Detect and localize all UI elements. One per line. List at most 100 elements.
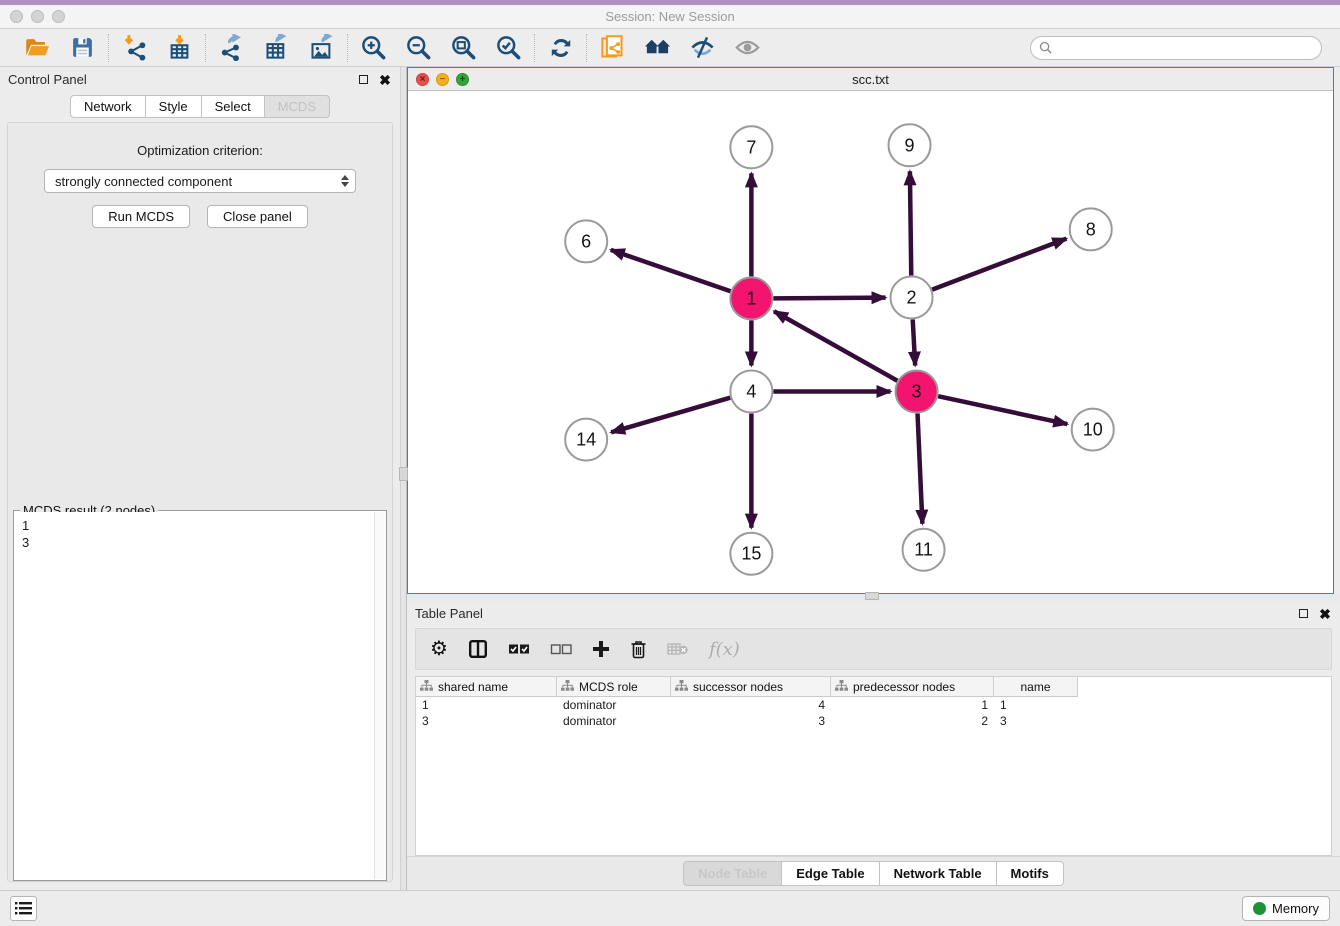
splitter-grip[interactable] bbox=[865, 592, 879, 600]
result-scrollbar[interactable] bbox=[374, 512, 385, 879]
tab-mcds[interactable]: MCDS bbox=[265, 95, 330, 118]
deselect-all-icon[interactable] bbox=[550, 637, 572, 661]
zoom-out-icon[interactable] bbox=[405, 34, 432, 61]
graph-node-3[interactable]: 3 bbox=[896, 371, 938, 413]
export-network-icon[interactable] bbox=[218, 34, 245, 61]
tab-select[interactable]: Select bbox=[202, 95, 265, 118]
select-all-icon[interactable] bbox=[508, 637, 530, 661]
graph-edge-2-3[interactable] bbox=[913, 319, 915, 365]
gear-icon[interactable]: ⚙ bbox=[430, 637, 448, 661]
node-table[interactable]: shared nameMCDS rolesuccessor nodesprede… bbox=[415, 676, 1332, 856]
export-table-icon[interactable] bbox=[263, 34, 290, 61]
table-cell[interactable]: 2 bbox=[831, 713, 994, 729]
tab-network-table[interactable]: Network Table bbox=[880, 861, 997, 886]
open-folder-icon[interactable] bbox=[24, 34, 51, 61]
table-row[interactable]: 1dominator411 bbox=[416, 697, 1078, 713]
graph-edge-3-1[interactable] bbox=[774, 311, 897, 381]
network-maximize-button[interactable]: + bbox=[456, 73, 469, 86]
graph-node-9[interactable]: 9 bbox=[889, 124, 931, 166]
zoom-selected-icon[interactable] bbox=[495, 34, 522, 61]
table-cell[interactable]: 1 bbox=[416, 697, 557, 713]
svg-text:1: 1 bbox=[746, 288, 756, 308]
network-minimize-button[interactable]: − bbox=[436, 73, 449, 86]
save-icon[interactable] bbox=[69, 34, 96, 61]
main-toolbar bbox=[0, 29, 1340, 67]
table-panel: Table Panel ✖ ⚙ bbox=[407, 601, 1340, 890]
close-panel-button[interactable]: Close panel bbox=[207, 205, 308, 228]
graph-edge-2-9[interactable] bbox=[910, 171, 911, 275]
graph-edge-4-14[interactable] bbox=[611, 398, 730, 433]
delete-column-icon[interactable] bbox=[630, 637, 647, 661]
show-eye-icon[interactable] bbox=[734, 34, 761, 61]
column-header-successor-nodes[interactable]: successor nodes bbox=[671, 677, 831, 696]
memory-button[interactable]: Memory bbox=[1242, 896, 1330, 921]
optimization-criterion-label: Optimization criterion: bbox=[8, 143, 392, 158]
graph-node-1[interactable]: 1 bbox=[730, 277, 772, 319]
optimization-criterion-select[interactable]: strongly connected component bbox=[44, 169, 356, 193]
close-panel-icon[interactable]: ✖ bbox=[378, 73, 392, 87]
graph-node-8[interactable]: 8 bbox=[1070, 208, 1112, 250]
control-panel: Control Panel ✖ Network Style Select MCD… bbox=[0, 67, 400, 890]
table-cell[interactable]: 4 bbox=[671, 697, 831, 713]
home-icon[interactable] bbox=[644, 34, 671, 61]
network-close-button[interactable]: × bbox=[416, 73, 429, 86]
graph-edge-3-11[interactable] bbox=[918, 414, 923, 524]
column-header-predecessor-nodes[interactable]: predecessor nodes bbox=[831, 677, 994, 696]
zoom-in-icon[interactable] bbox=[360, 34, 387, 61]
graph-node-11[interactable]: 11 bbox=[903, 529, 945, 571]
export-image-icon[interactable] bbox=[308, 34, 335, 61]
memory-status-icon bbox=[1253, 902, 1266, 915]
table-cell[interactable]: 3 bbox=[994, 713, 1078, 729]
float-panel-icon[interactable] bbox=[356, 73, 370, 87]
table-cell[interactable]: 3 bbox=[416, 713, 557, 729]
refresh-icon[interactable] bbox=[547, 34, 574, 61]
table-row[interactable]: 3dominator323 bbox=[416, 713, 1078, 729]
vertical-splitter[interactable] bbox=[400, 67, 407, 890]
graph-node-7[interactable]: 7 bbox=[730, 126, 772, 168]
graph-edge-1-6[interactable] bbox=[611, 250, 731, 291]
graph-edge-2-8[interactable] bbox=[932, 239, 1066, 290]
graph-edge-1-2[interactable] bbox=[773, 298, 885, 299]
columns-icon[interactable] bbox=[468, 637, 488, 661]
close-panel-icon[interactable]: ✖ bbox=[1318, 607, 1332, 621]
graph-node-15[interactable]: 15 bbox=[730, 533, 772, 575]
mcds-result-box: MCDS result (2 nodes) 13 bbox=[13, 510, 387, 881]
task-history-button[interactable] bbox=[10, 896, 37, 921]
list-icon bbox=[15, 901, 32, 916]
table-cell[interactable]: 3 bbox=[671, 713, 831, 729]
function-builder-icon[interactable]: f(x) bbox=[709, 637, 740, 661]
table-cell[interactable]: dominator bbox=[557, 713, 671, 729]
tab-style[interactable]: Style bbox=[146, 95, 202, 118]
hide-panels-icon[interactable] bbox=[689, 34, 716, 61]
network-from-clipboard-icon[interactable] bbox=[599, 34, 626, 61]
run-mcds-button[interactable]: Run MCDS bbox=[92, 205, 190, 228]
column-header-shared-name[interactable]: shared name bbox=[416, 677, 557, 696]
graph-node-10[interactable]: 10 bbox=[1072, 409, 1114, 451]
table-cell[interactable]: 1 bbox=[831, 697, 994, 713]
tab-motifs[interactable]: Motifs bbox=[997, 861, 1064, 886]
mcds-result-text[interactable]: 13 bbox=[15, 512, 385, 879]
import-network-icon[interactable] bbox=[121, 34, 148, 61]
tab-edge-table[interactable]: Edge Table bbox=[782, 861, 879, 886]
status-bar: Memory bbox=[0, 890, 1340, 926]
column-header-name[interactable]: name bbox=[994, 677, 1078, 696]
horizontal-splitter[interactable] bbox=[407, 594, 1340, 601]
search-box[interactable] bbox=[1030, 36, 1322, 60]
table-cell[interactable]: dominator bbox=[557, 697, 671, 713]
network-canvas[interactable]: 1 2 3 4 6 7 8 9 10 11 14 15 bbox=[408, 91, 1333, 593]
graph-node-6[interactable]: 6 bbox=[565, 220, 607, 262]
graph-edge-3-10[interactable] bbox=[938, 396, 1067, 424]
table-cell[interactable]: 1 bbox=[994, 697, 1078, 713]
graph-node-14[interactable]: 14 bbox=[565, 419, 607, 461]
tab-network[interactable]: Network bbox=[70, 95, 146, 118]
graph-node-2[interactable]: 2 bbox=[891, 276, 933, 318]
zoom-fit-icon[interactable] bbox=[450, 34, 477, 61]
search-input[interactable] bbox=[1057, 41, 1313, 55]
import-table-icon[interactable] bbox=[166, 34, 193, 61]
add-column-icon[interactable] bbox=[592, 637, 610, 661]
splitter-grip[interactable] bbox=[399, 467, 408, 481]
float-panel-icon[interactable] bbox=[1296, 607, 1310, 621]
graph-node-4[interactable]: 4 bbox=[730, 371, 772, 413]
column-header-MCDS-role[interactable]: MCDS role bbox=[557, 677, 671, 696]
tab-node-table[interactable]: Node Table bbox=[683, 861, 782, 886]
